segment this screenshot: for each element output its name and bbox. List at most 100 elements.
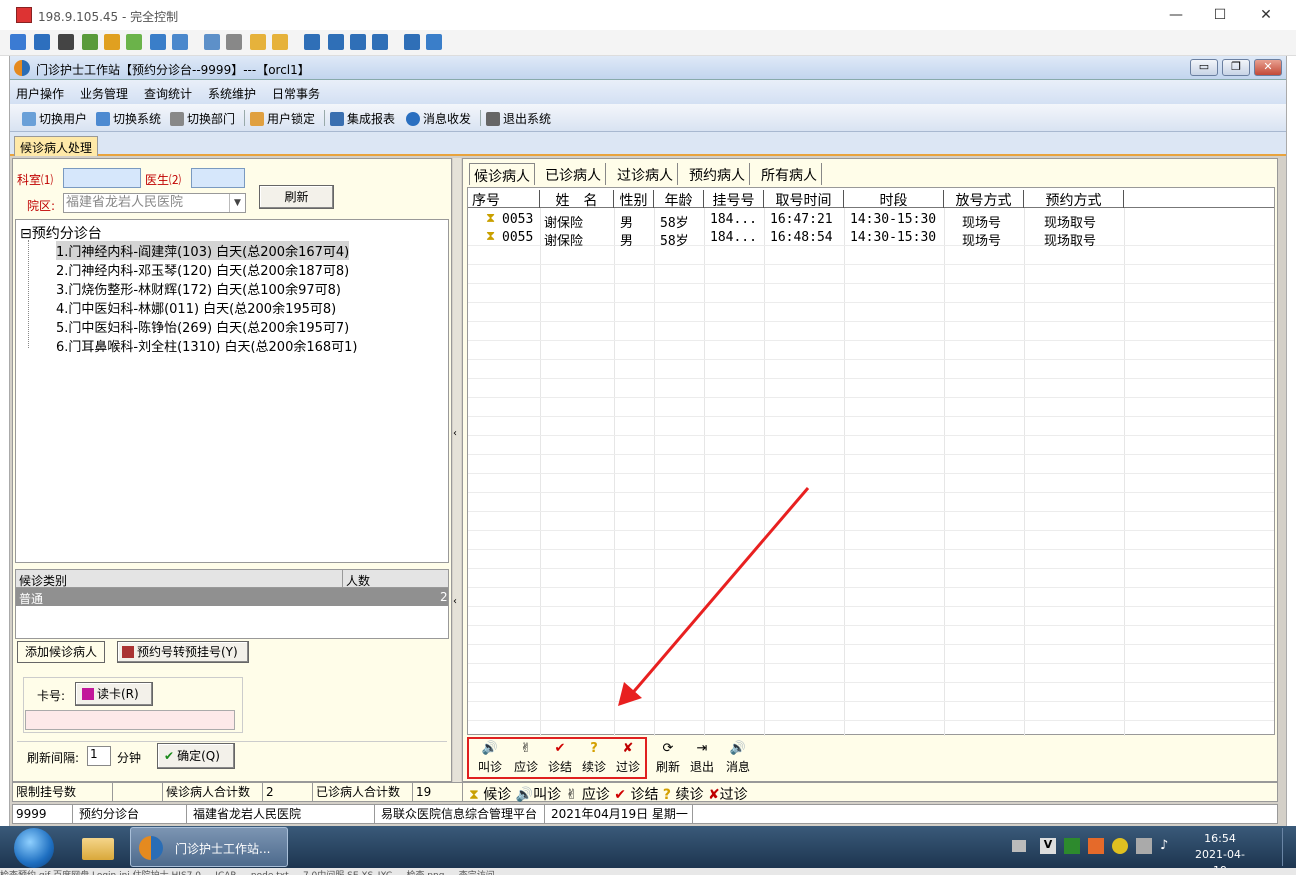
col-booking-method[interactable]: 预约方式	[1024, 190, 1124, 209]
continue-button[interactable]: ? 续诊	[577, 741, 611, 775]
col-take-time[interactable]: 取号时间	[764, 190, 844, 209]
settings-tools-icon[interactable]	[426, 34, 442, 50]
col-gender[interactable]: 性别	[614, 190, 654, 209]
tree-item[interactable]: 4.门中医妇科-林娜(011) 白天(总200余195可8)	[56, 298, 336, 317]
skip-button[interactable]: ✘ 过诊	[611, 741, 645, 775]
window-icon[interactable]	[304, 34, 320, 50]
unlock-icon[interactable]	[272, 34, 288, 50]
menu-business[interactable]: 业务管理	[80, 85, 128, 102]
tab-seen[interactable]: 已诊病人	[541, 163, 606, 185]
tree-item[interactable]: 2.门神经内科-邓玉琴(120) 白天(总200余187可8)	[56, 260, 349, 279]
menu-query[interactable]: 查询统计	[144, 85, 192, 102]
tab-all[interactable]: 所有病人	[757, 163, 822, 185]
add-patient-button[interactable]: 添加候诊病人	[17, 641, 105, 663]
transfer-icon[interactable]	[82, 34, 98, 50]
tree-item[interactable]: 3.门烧伤整形-林财辉(172) 白天(总100余97可8)	[56, 279, 341, 298]
fit-icon[interactable]	[350, 34, 366, 50]
answer-label: 应诊	[513, 760, 538, 774]
folder-icon[interactable]	[78, 828, 118, 866]
report-button[interactable]: 集成报表	[330, 110, 395, 127]
read-card-button[interactable]: 读卡(R)	[75, 682, 153, 706]
tray-app-icon[interactable]	[1112, 838, 1128, 854]
app-close-button[interactable]: ✕	[1254, 59, 1282, 76]
users-icon[interactable]	[226, 34, 242, 50]
chevron-left-icon[interactable]: ‹	[453, 428, 457, 439]
terminal-icon[interactable]	[58, 34, 74, 50]
tree-item[interactable]: 5.门中医妇科-陈铮怡(269) 白天(总200余195可7)	[56, 317, 349, 336]
tab-waiting[interactable]: 候诊病人	[469, 163, 535, 185]
confirm-button[interactable]: ✔ 确定(Q)	[157, 743, 235, 769]
transfer-button[interactable]: 预约号转预挂号(Y)	[117, 641, 249, 663]
app-minimize-button[interactable]: ▭	[1190, 59, 1218, 76]
dept-input[interactable]	[63, 168, 141, 188]
switch-user-button[interactable]: 切换用户	[22, 110, 87, 127]
menu-system[interactable]: 系统维护	[208, 85, 256, 102]
finish-button[interactable]: ✔ 诊结	[543, 741, 577, 775]
network-icon[interactable]	[1136, 838, 1152, 854]
answer-button[interactable]: ✌ 应诊	[509, 741, 543, 775]
hospital-select[interactable]: 福建省龙岩人民医院 ▼	[63, 193, 246, 213]
exit-system-button[interactable]: 退出系统	[486, 110, 551, 127]
panel-splitter[interactable]: ‹ ‹	[453, 158, 461, 782]
card-number-input[interactable]	[25, 710, 235, 730]
col-release-method[interactable]: 放号方式	[944, 190, 1024, 209]
category-row[interactable]: 普通 2	[16, 588, 448, 606]
phone-icon[interactable]	[150, 34, 166, 50]
copy-icon[interactable]	[404, 34, 420, 50]
col-name[interactable]: 姓 名	[540, 190, 614, 209]
tree-root[interactable]: ⊟预约分诊台	[20, 223, 102, 243]
tree-item[interactable]: 6.门耳鼻喉科-刘全柱(1310) 白天(总200余168可1)	[56, 336, 358, 355]
lock-icon[interactable]	[250, 34, 266, 50]
minimize-button[interactable]: —	[1156, 4, 1196, 26]
power-icon[interactable]	[104, 34, 120, 50]
maximize-button[interactable]: ☐	[1200, 4, 1240, 26]
nvidia-icon[interactable]	[1064, 838, 1080, 854]
volume-icon[interactable]: ♪	[1160, 838, 1176, 854]
col-seq[interactable]: 序号	[468, 190, 540, 209]
hospital-value: 福建省龙岩人民医院	[66, 195, 184, 210]
menu-daily[interactable]: 日常事务	[272, 85, 320, 102]
tab-appointment[interactable]: 预约病人	[685, 163, 750, 185]
col-reg-no[interactable]: 挂号号	[704, 190, 764, 209]
lock-user-button[interactable]: 用户锁定	[250, 110, 315, 127]
monitor-icon[interactable]	[34, 34, 50, 50]
message-button[interactable]: 🔊 消息	[721, 741, 755, 775]
taskbar-app-button[interactable]: 门诊护士工作站...	[130, 827, 288, 867]
scale-icon[interactable]	[372, 34, 388, 50]
tray-app-icon[interactable]	[1088, 838, 1104, 854]
menu-user-ops[interactable]: 用户操作	[16, 85, 64, 102]
screen-icon[interactable]	[10, 34, 26, 50]
collapse-icon[interactable]: ⊟	[20, 226, 32, 242]
keyboard-icon[interactable]	[1012, 840, 1026, 852]
switch-dept-button[interactable]: 切换部门	[170, 110, 235, 127]
message-button[interactable]: 消息收发	[406, 110, 471, 127]
chevron-left-icon[interactable]: ‹	[453, 596, 457, 607]
start-button[interactable]	[14, 828, 54, 868]
switch-system-button[interactable]: 切换系统	[96, 110, 161, 127]
vpn-icon[interactable]: V	[1040, 838, 1056, 854]
doctor-input[interactable]	[191, 168, 245, 188]
col-age[interactable]: 年龄	[654, 190, 704, 209]
tab-missed[interactable]: 过诊病人	[613, 163, 678, 185]
message-icon[interactable]	[172, 34, 188, 50]
table-row[interactable]: ⧗ 0053 谢保险 男 58岁 184... 16:47:21 14:30-1…	[468, 210, 1274, 231]
interval-input[interactable]: 1	[87, 746, 111, 766]
col-period[interactable]: 时段	[844, 190, 944, 209]
tree-item[interactable]: 1.门神经内科-阎建萍(103) 白天(总200余167可4)	[56, 241, 350, 260]
exit-button[interactable]: ⇥ 退出	[685, 741, 719, 775]
show-desktop-button[interactable]	[1282, 828, 1294, 866]
hand-icon: ✌	[565, 787, 578, 803]
refresh-list-button[interactable]: ⟳ 刷新	[651, 741, 685, 775]
fullscreen-icon[interactable]	[328, 34, 344, 50]
lock-icon	[250, 111, 264, 126]
refresh-button[interactable]: 刷新	[259, 185, 334, 209]
chat-icon[interactable]	[126, 34, 142, 50]
table-row[interactable]: ⧗ 0055 谢保险 男 58岁 184... 16:48:54 14:30-1…	[468, 228, 1274, 249]
app-restore-button[interactable]: ❐	[1222, 59, 1250, 76]
switch-dept-label: 切换部门	[187, 112, 236, 126]
call-button[interactable]: 🔊 叫诊	[473, 741, 507, 775]
legend-continued: 续诊	[675, 787, 704, 803]
close-button[interactable]: ✕	[1246, 4, 1286, 26]
tab-waiting-patients[interactable]: 候诊病人处理	[14, 136, 99, 156]
upload-icon[interactable]	[204, 34, 220, 50]
